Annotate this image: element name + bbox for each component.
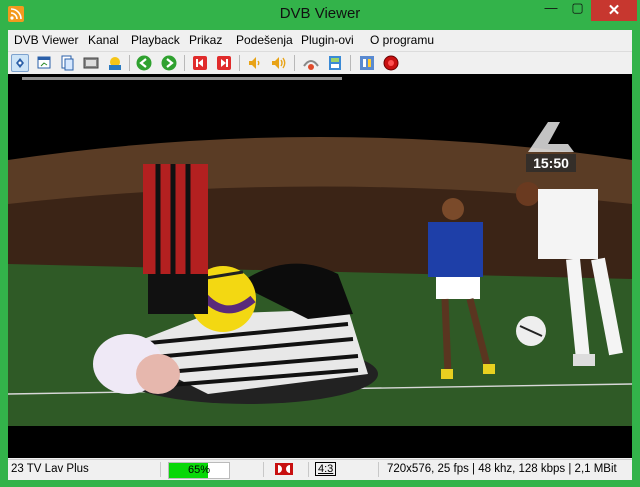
window-icon[interactable] — [35, 54, 53, 72]
close-button[interactable]: ✕ — [591, 0, 637, 21]
toolbar-separator — [239, 55, 240, 71]
forward-icon[interactable] — [160, 54, 178, 72]
close-icon: ✕ — [607, 2, 621, 19]
signal-label: 65% — [187, 464, 211, 476]
volume-down-icon[interactable] — [246, 54, 264, 72]
toolbar-separator — [294, 55, 295, 71]
minimize-icon: — — [544, 0, 558, 15]
menu-o-programu[interactable]: O programu — [370, 33, 434, 47]
toolbar-separator — [184, 55, 185, 71]
toolbar — [8, 51, 632, 74]
menu-dvb-viewer[interactable]: DVB Viewer — [14, 33, 78, 47]
signal-meter: 65% — [168, 462, 230, 479]
channel-list-icon[interactable] — [326, 54, 344, 72]
toolbar-separator — [129, 55, 130, 71]
player-red — [143, 164, 208, 314]
menu-prikaz[interactable]: Prikaz — [189, 33, 222, 47]
status-separator — [378, 462, 379, 477]
teletext-icon[interactable] — [82, 54, 100, 72]
minimize-button[interactable]: — — [538, 0, 564, 21]
options-icon[interactable] — [358, 54, 376, 72]
menu-plugin-ovi[interactable]: Plugin-ovi — [301, 33, 354, 47]
channel-name: 23 TV Lav Plus — [11, 463, 89, 475]
maximize-button[interactable]: ▢ — [564, 0, 591, 21]
record-icon[interactable] — [382, 54, 400, 72]
menu-podesenja[interactable]: Podešenja — [236, 33, 293, 47]
menu-kanal[interactable]: Kanal — [88, 33, 119, 47]
status-separator — [308, 462, 309, 477]
toolbar-separator — [350, 55, 351, 71]
full-view-icon[interactable] — [11, 54, 29, 72]
app-window: DVB Viewer — ▢ ✕ DVB Viewer Kanal Playba… — [0, 0, 640, 487]
maximize-icon: ▢ — [571, 0, 584, 15]
title-bar[interactable]: DVB Viewer — ▢ ✕ — [0, 0, 640, 30]
next-channel-icon[interactable] — [215, 54, 233, 72]
stream-info: 720x576, 25 fps | 48 khz, 128 kbps | 2,1… — [387, 463, 617, 475]
client-area: DVB Viewer Kanal Playback Prikaz Podešen… — [8, 30, 632, 480]
aspect-ratio[interactable]: 4:3 — [315, 462, 337, 476]
channel-clock: 15:50 — [533, 155, 569, 171]
prev-channel-icon[interactable] — [191, 54, 209, 72]
volume-up-icon[interactable] — [270, 54, 288, 72]
menu-playback[interactable]: Playback — [131, 33, 180, 47]
video-frame: 15:50 — [8, 74, 632, 458]
radio-icon[interactable] — [302, 54, 320, 72]
status-bar: 23 TV Lav Plus 65% 4:3 720x576, 25 fps |… — [8, 459, 632, 480]
menu-bar: DVB Viewer Kanal Playback Prikaz Podešen… — [8, 30, 632, 50]
video-display[interactable]: 15:50 — [8, 74, 632, 458]
ticker-bar — [22, 77, 342, 80]
status-separator — [160, 462, 161, 477]
status-separator — [263, 462, 264, 477]
back-icon[interactable] — [135, 54, 153, 72]
epg-icon[interactable] — [106, 54, 124, 72]
copy-icon[interactable] — [58, 54, 76, 72]
dolby-icon — [275, 463, 293, 475]
